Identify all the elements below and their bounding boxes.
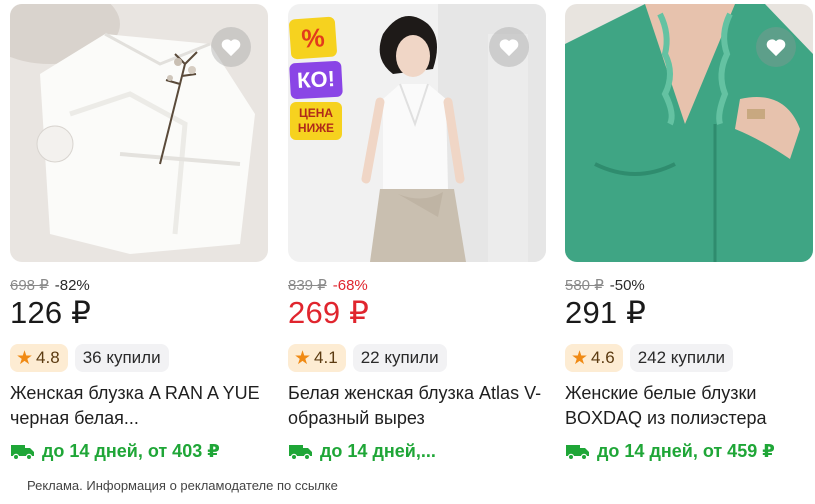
delivery-info: до 14 дней, от 459 ₽ <box>565 439 813 463</box>
product-meta: ★ 4.6 242 купили <box>565 343 813 373</box>
bought-count: 242 купили <box>629 344 734 372</box>
favorite-button[interactable] <box>211 27 251 67</box>
truck-icon <box>289 444 312 460</box>
heart-icon <box>766 39 786 57</box>
sticker-price-lower: ЦЕНА НИЖЕ <box>290 102 342 140</box>
rating-badge: ★ 4.8 <box>10 344 68 372</box>
rating-value: 4.6 <box>591 348 615 367</box>
delivery-info: до 14 дней, от 403 ₽ <box>10 439 268 463</box>
rating-badge: ★ 4.6 <box>565 344 623 372</box>
delivery-text: до 14 дней,... <box>320 440 436 461</box>
discount-badge: -68% <box>332 276 368 294</box>
old-price: 839 ₽ <box>288 277 327 294</box>
heart-icon <box>221 39 241 57</box>
old-price-row: 839 ₽ -68% <box>288 275 546 295</box>
rating-badge: ★ 4.1 <box>288 344 346 372</box>
delivery-text: до 14 дней, от 403 ₽ <box>42 440 220 461</box>
old-price-row: 698 ₽ -82% <box>10 275 268 295</box>
discount-badge: -50% <box>609 276 645 294</box>
product-image[interactable] <box>10 4 268 262</box>
heart-icon <box>499 39 519 57</box>
bought-count: 36 купили <box>74 344 169 372</box>
delivery-text: до 14 дней, от 459 ₽ <box>597 440 775 461</box>
product-card[interactable]: 580 ₽ -50% 291 ₽ ★ 4.6 242 купили Женские… <box>565 4 813 463</box>
promo-sticker: % КО! ЦЕНА НИЖЕ <box>288 16 343 140</box>
product-meta: ★ 4.8 36 купили <box>10 343 268 373</box>
sticker-ko: КО! <box>289 60 343 100</box>
bought-count: 22 купили <box>352 344 447 372</box>
old-price: 698 ₽ <box>10 277 49 294</box>
product-title[interactable]: Белая женская блузка Atlas V-образный вы… <box>288 381 546 431</box>
star-icon: ★ <box>294 347 312 369</box>
old-price-row: 580 ₽ -50% <box>565 275 813 295</box>
old-price: 580 ₽ <box>565 277 604 294</box>
product-image[interactable] <box>565 4 813 262</box>
star-icon: ★ <box>571 347 589 369</box>
rating-value: 4.8 <box>36 348 60 367</box>
current-price: 126 ₽ <box>10 295 92 330</box>
rating-value: 4.1 <box>314 348 338 367</box>
product-card[interactable]: % КО! ЦЕНА НИЖЕ 839 ₽ -68% 269 ₽ ★ 4.1 22… <box>288 4 546 463</box>
current-price: 269 ₽ <box>288 295 370 330</box>
product-title[interactable]: Женские белые блузки BOXDAQ из полиэстер… <box>565 381 813 431</box>
sticker-line1: ЦЕНА <box>298 106 334 120</box>
product-image[interactable]: % КО! ЦЕНА НИЖЕ <box>288 4 546 262</box>
truck-icon <box>566 444 589 460</box>
favorite-button[interactable] <box>489 27 529 67</box>
sticker-percent: % <box>288 16 338 60</box>
truck-icon <box>11 444 34 460</box>
star-icon: ★ <box>16 347 34 369</box>
discount-badge: -82% <box>54 276 90 294</box>
current-price: 291 ₽ <box>565 295 647 330</box>
product-card[interactable]: 698 ₽ -82% 126 ₽ ★ 4.8 36 купили Женская … <box>10 4 268 463</box>
sticker-line2: НИЖЕ <box>297 121 335 135</box>
ad-disclaimer-link[interactable]: Реклама. Информация о рекламодателе по с… <box>27 478 338 493</box>
product-meta: ★ 4.1 22 купили <box>288 343 546 373</box>
delivery-info: до 14 дней,... <box>288 439 546 463</box>
favorite-button[interactable] <box>756 27 796 67</box>
product-title[interactable]: Женская блузка A RAN A YUE черная белая.… <box>10 381 268 431</box>
